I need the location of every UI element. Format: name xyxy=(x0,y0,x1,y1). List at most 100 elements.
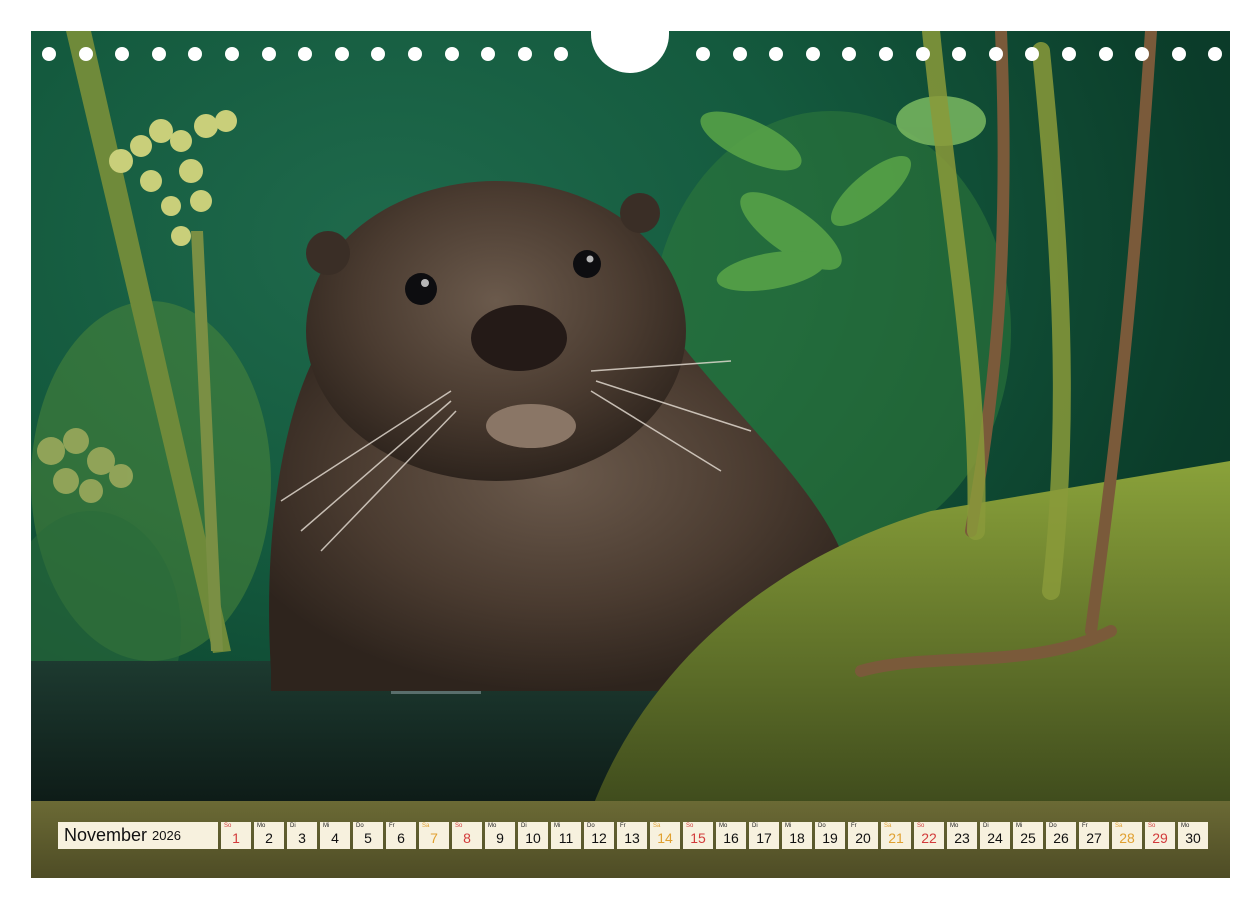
weekday-label: So xyxy=(455,823,463,829)
weekday-label: Mi xyxy=(554,823,561,829)
day-number: 9 xyxy=(496,830,504,846)
weekday-label: Mi xyxy=(785,823,792,829)
day-number: 25 xyxy=(1020,830,1036,846)
weekday-label: Mo xyxy=(257,823,266,829)
day-number: 16 xyxy=(723,830,739,846)
day-number: 10 xyxy=(525,830,541,846)
day-number: 22 xyxy=(921,830,937,846)
weekday-label: So xyxy=(1148,823,1156,829)
otter-ear-right xyxy=(620,193,660,233)
otter-photo xyxy=(31,31,1230,878)
day-cell: Di 17 xyxy=(749,822,779,849)
day-cell: Mi 25 xyxy=(1013,822,1043,849)
day-cell: Do 5 xyxy=(353,822,383,849)
weekday-label: Fr xyxy=(1082,823,1088,829)
day-number: 12 xyxy=(591,830,607,846)
day-cell: Mi 11 xyxy=(551,822,581,849)
day-cell: So 1 xyxy=(221,822,251,849)
day-number: 5 xyxy=(364,830,372,846)
otter-ear-left xyxy=(306,231,350,275)
day-cell: Di 24 xyxy=(980,822,1010,849)
day-number: 3 xyxy=(298,830,306,846)
day-number: 30 xyxy=(1185,830,1201,846)
weekday-label: Di xyxy=(521,823,527,829)
weekday-label: Di xyxy=(983,823,989,829)
month-name: November xyxy=(64,825,148,845)
day-cell: So 22 xyxy=(914,822,944,849)
day-cell: Di 3 xyxy=(287,822,317,849)
weekday-label: Mo xyxy=(950,823,959,829)
otter-nose xyxy=(471,305,567,371)
day-number: 15 xyxy=(690,830,706,846)
otter-eye-left xyxy=(405,273,437,305)
weekday-label: Fr xyxy=(389,823,395,829)
day-number: 1 xyxy=(232,830,240,846)
month-year: 2026 xyxy=(152,828,181,843)
day-number: 20 xyxy=(855,830,871,846)
day-cell: Do 12 xyxy=(584,822,614,849)
weekday-label: Fr xyxy=(620,823,626,829)
day-cell: So 29 xyxy=(1145,822,1175,849)
weekday-label: So xyxy=(224,823,232,829)
weekday-label: Mo xyxy=(488,823,497,829)
day-number: 28 xyxy=(1119,830,1135,846)
day-number: 21 xyxy=(888,830,904,846)
calendar-strip: November 2026 So 1 Mo 2 Di 3 Mi 4 Do 5 Fr 6 Sa 7 So 8 Mo… xyxy=(58,822,1208,849)
weekday-label: Mi xyxy=(323,823,330,829)
weekday-label: Sa xyxy=(884,823,892,829)
day-cell: Sa 28 xyxy=(1112,822,1142,849)
otter-illustration xyxy=(31,31,1230,878)
weekday-label: Sa xyxy=(422,823,430,829)
weekday-label: Mo xyxy=(719,823,728,829)
weekday-label: Do xyxy=(1049,823,1057,829)
day-cell: So 8 xyxy=(452,822,482,849)
day-cell: Do 26 xyxy=(1046,822,1076,849)
day-cell: Mo 23 xyxy=(947,822,977,849)
day-number: 23 xyxy=(954,830,970,846)
weekday-label: Do xyxy=(356,823,364,829)
weekday-label: Mi xyxy=(1016,823,1023,829)
day-number: 27 xyxy=(1086,830,1102,846)
day-number: 7 xyxy=(430,830,438,846)
day-number: 11 xyxy=(558,830,574,846)
day-cell: Fr 13 xyxy=(617,822,647,849)
weekday-label: Sa xyxy=(653,823,661,829)
month-label: November 2026 xyxy=(58,822,218,849)
day-number: 6 xyxy=(397,830,405,846)
day-cell: Mo 2 xyxy=(254,822,284,849)
day-number: 14 xyxy=(657,830,673,846)
day-number: 24 xyxy=(987,830,1003,846)
day-cell: Mo 16 xyxy=(716,822,746,849)
otter-chin xyxy=(486,404,576,448)
day-cell: Sa 21 xyxy=(881,822,911,849)
day-cell: Fr 20 xyxy=(848,822,878,849)
day-cell: Mo 30 xyxy=(1178,822,1208,849)
day-number: 4 xyxy=(331,830,339,846)
day-number: 17 xyxy=(756,830,772,846)
weekday-label: Fr xyxy=(851,823,857,829)
day-cell: Sa 14 xyxy=(650,822,680,849)
day-cell: Mi 18 xyxy=(782,822,812,849)
weekday-label: So xyxy=(686,823,694,829)
day-number: 26 xyxy=(1053,830,1069,846)
day-number: 18 xyxy=(789,830,805,846)
day-number: 8 xyxy=(463,830,471,846)
weekday-label: Di xyxy=(290,823,296,829)
weekday-label: So xyxy=(917,823,925,829)
otter-eye-right xyxy=(573,250,601,278)
day-cell: Do 19 xyxy=(815,822,845,849)
weekday-label: Do xyxy=(818,823,826,829)
weekday-label: Do xyxy=(587,823,595,829)
day-number: 2 xyxy=(265,830,273,846)
weekday-label: Sa xyxy=(1115,823,1123,829)
day-number: 29 xyxy=(1152,830,1168,846)
day-number: 13 xyxy=(624,830,640,846)
day-cell: Sa 7 xyxy=(419,822,449,849)
day-cell: Fr 6 xyxy=(386,822,416,849)
weekday-label: Di xyxy=(752,823,758,829)
day-cell: Mi 4 xyxy=(320,822,350,849)
day-cell: Di 10 xyxy=(518,822,548,849)
weekday-label: Mo xyxy=(1181,823,1190,829)
calendar-page: November 2026 So 1 Mo 2 Di 3 Mi 4 Do 5 Fr 6 Sa 7 So 8 Mo… xyxy=(0,0,1260,908)
day-cell: Fr 27 xyxy=(1079,822,1109,849)
